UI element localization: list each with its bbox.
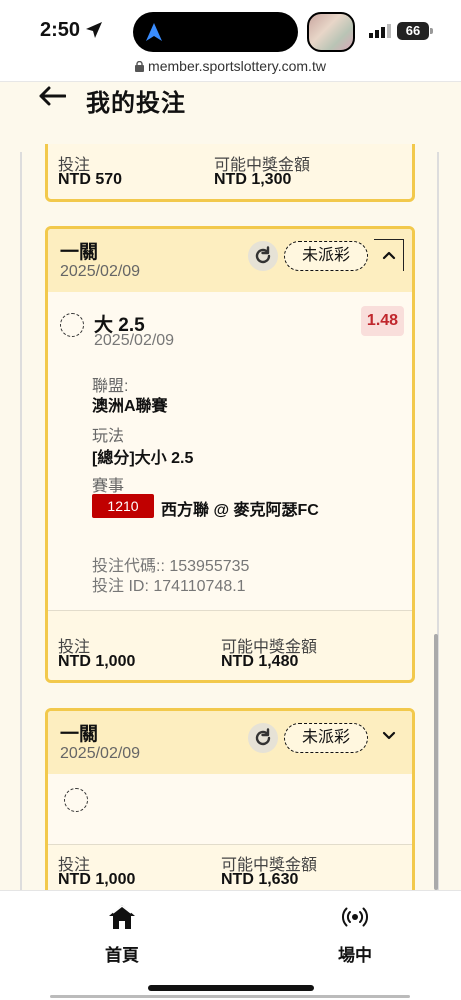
selection-date: 2025/02/09 <box>94 332 175 349</box>
bet-date: 2025/02/09 <box>60 263 141 280</box>
odds-badge: 1.48 <box>361 306 404 336</box>
location-arrow-icon <box>86 22 102 38</box>
payout-value: NTD 1,300 <box>214 171 292 188</box>
event-label: 賽事 <box>92 478 125 495</box>
divider <box>48 610 412 611</box>
card-header[interactable]: 一關 2025/02/09 未派彩 <box>48 229 412 292</box>
card-header[interactable]: 一關 2025/02/09 未派彩 <box>48 711 412 774</box>
refresh-button[interactable] <box>248 241 278 271</box>
selection-status-icon <box>60 313 84 337</box>
home-indicator[interactable] <box>148 985 314 991</box>
selection-detail: 大 2.5 2025/02/09 1.48 聯盟: 澳洲A聯賽 玩法 [總分]大… <box>48 292 412 610</box>
bet-card-2: 一關 2025/02/09 未派彩 大 2.5 2025/02/09 1.48 … <box>45 226 415 683</box>
nav-home[interactable]: 首頁 <box>92 899 152 965</box>
back-arrow-icon[interactable] <box>38 86 66 106</box>
stake-value: NTD 1,000 <box>58 871 136 888</box>
stake-value: NTD 570 <box>58 171 123 188</box>
refresh-icon <box>255 246 271 264</box>
bet-date: 2025/02/09 <box>60 745 141 762</box>
payout-value: NTD 1,480 <box>221 653 299 670</box>
bet-type: 一關 <box>60 724 99 745</box>
live-activity-avatar <box>307 12 355 52</box>
collapse-button[interactable] <box>374 239 404 271</box>
market-value: [總分]大小 2.5 <box>92 450 194 467</box>
chevron-up-icon <box>382 251 396 260</box>
scrollbar-thumb[interactable] <box>434 634 438 890</box>
market-label: 玩法 <box>92 428 125 445</box>
left-edge <box>20 152 22 890</box>
lock-icon <box>135 61 145 72</box>
league-value: 澳洲A聯賽 <box>92 398 168 415</box>
nav-live[interactable]: 場中 <box>325 899 385 965</box>
event-name: 西方聯 @ 麥克阿瑟FC <box>161 502 319 519</box>
status-badge: 未派彩 <box>284 241 368 271</box>
payout-value: NTD 1,630 <box>221 871 299 888</box>
bottom-nav: 首頁 場中 <box>0 890 461 1000</box>
signal-icon <box>369 24 391 38</box>
live-broadcast-icon <box>342 907 368 927</box>
page-title: 我的投注 <box>86 90 186 117</box>
nav-live-label: 場中 <box>338 946 372 965</box>
toolbar-edge <box>50 995 410 998</box>
selection-detail <box>48 774 412 844</box>
status-badge: 未派彩 <box>284 723 368 753</box>
home-icon <box>109 905 135 929</box>
refresh-icon <box>255 728 271 746</box>
battery-icon: 66 <box>397 22 429 40</box>
expand-button[interactable] <box>374 721 404 753</box>
battery-tip <box>430 28 433 34</box>
dynamic-island <box>133 12 298 52</box>
url-bar[interactable]: member.sportslottery.com.tw <box>0 58 461 82</box>
navigation-arrow-icon <box>146 23 162 41</box>
url-text: member.sportslottery.com.tw <box>148 58 326 74</box>
bet-list[interactable]: 投注 NTD 570 可能中獎金額 NTD 1,300 一關 2025/02/0… <box>0 144 461 890</box>
status-bar: 2:50 66 <box>0 0 461 58</box>
chevron-down-icon <box>382 731 396 740</box>
nav-home-label: 首頁 <box>105 946 139 965</box>
bet-card-3: 一關 2025/02/09 未派彩 投注 NTD 1,000 可能中獎金額 NT… <box>45 708 415 890</box>
event-id-badge: 1210 <box>92 494 154 518</box>
bet-type: 一關 <box>60 242 99 263</box>
app-header <box>0 82 461 144</box>
bet-id: 投注 ID: 174110748.1 <box>92 578 246 595</box>
selection-status-icon <box>64 788 88 812</box>
bet-card-1: 投注 NTD 570 可能中獎金額 NTD 1,300 <box>45 144 415 202</box>
status-time: 2:50 <box>40 19 81 41</box>
divider <box>48 844 412 845</box>
stake-value: NTD 1,000 <box>58 653 136 670</box>
refresh-button[interactable] <box>248 723 278 753</box>
